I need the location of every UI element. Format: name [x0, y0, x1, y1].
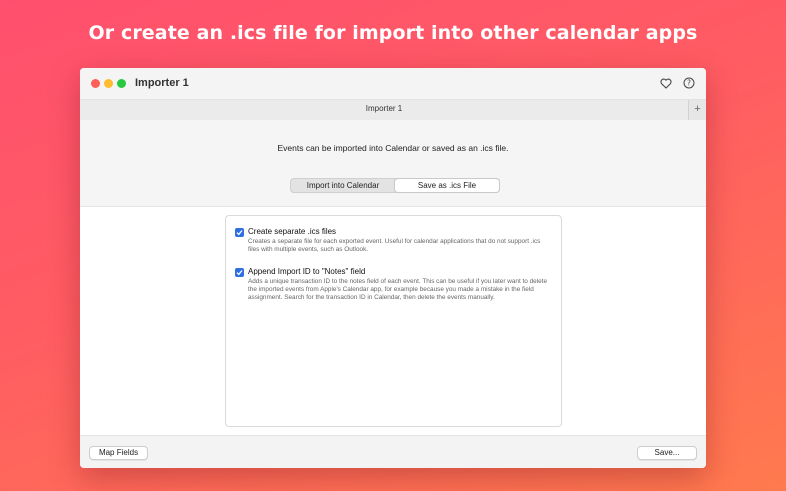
app-window: Importer 1 ? Importer 1 + Events can be …	[80, 68, 706, 468]
window-title: Importer 1	[135, 77, 189, 89]
separate-files-label[interactable]: Create separate .ics files	[248, 227, 336, 236]
append-import-id-label[interactable]: Append Import ID to "Notes" field	[248, 267, 365, 276]
promo-headline: Or create an .ics file for import into o…	[88, 22, 698, 44]
bottom-bar: Map Fields Save...	[80, 435, 706, 468]
checkmark-icon	[236, 270, 243, 276]
title-bar: Importer 1 ?	[80, 68, 706, 99]
minimize-window-button[interactable]	[104, 79, 113, 88]
separate-files-checkbox[interactable]	[235, 228, 244, 237]
mode-panel: Events can be imported into Calendar or …	[80, 120, 706, 207]
close-window-button[interactable]	[91, 79, 100, 88]
map-fields-button[interactable]: Map Fields	[89, 446, 148, 460]
options-area: Create separate .ics files Creates a sep…	[80, 207, 706, 435]
separate-files-description: Creates a separate file for each exporte…	[248, 238, 541, 253]
zoom-window-button[interactable]	[117, 79, 126, 88]
heart-icon[interactable]	[658, 75, 674, 91]
save-button[interactable]: Save...	[637, 446, 697, 460]
svg-text:?: ?	[687, 79, 691, 88]
mode-segmented-control: Import into Calendar Save as .ics File	[290, 178, 500, 193]
help-icon[interactable]: ?	[681, 75, 697, 91]
options-box: Create separate .ics files Creates a sep…	[225, 215, 562, 427]
append-import-id-checkbox[interactable]	[235, 268, 244, 277]
checkmark-icon	[236, 230, 243, 236]
segment-import-into-calendar[interactable]: Import into Calendar	[291, 179, 395, 192]
tab-bar: Importer 1 +	[80, 99, 706, 121]
intro-text: Events can be imported into Calendar or …	[277, 143, 509, 153]
append-import-id-description: Adds a unique transaction ID to the note…	[248, 278, 548, 301]
add-tab-button[interactable]: +	[688, 100, 706, 120]
segment-save-as-ics[interactable]: Save as .ics File	[395, 179, 499, 192]
tab-importer-1[interactable]: Importer 1	[80, 104, 688, 113]
